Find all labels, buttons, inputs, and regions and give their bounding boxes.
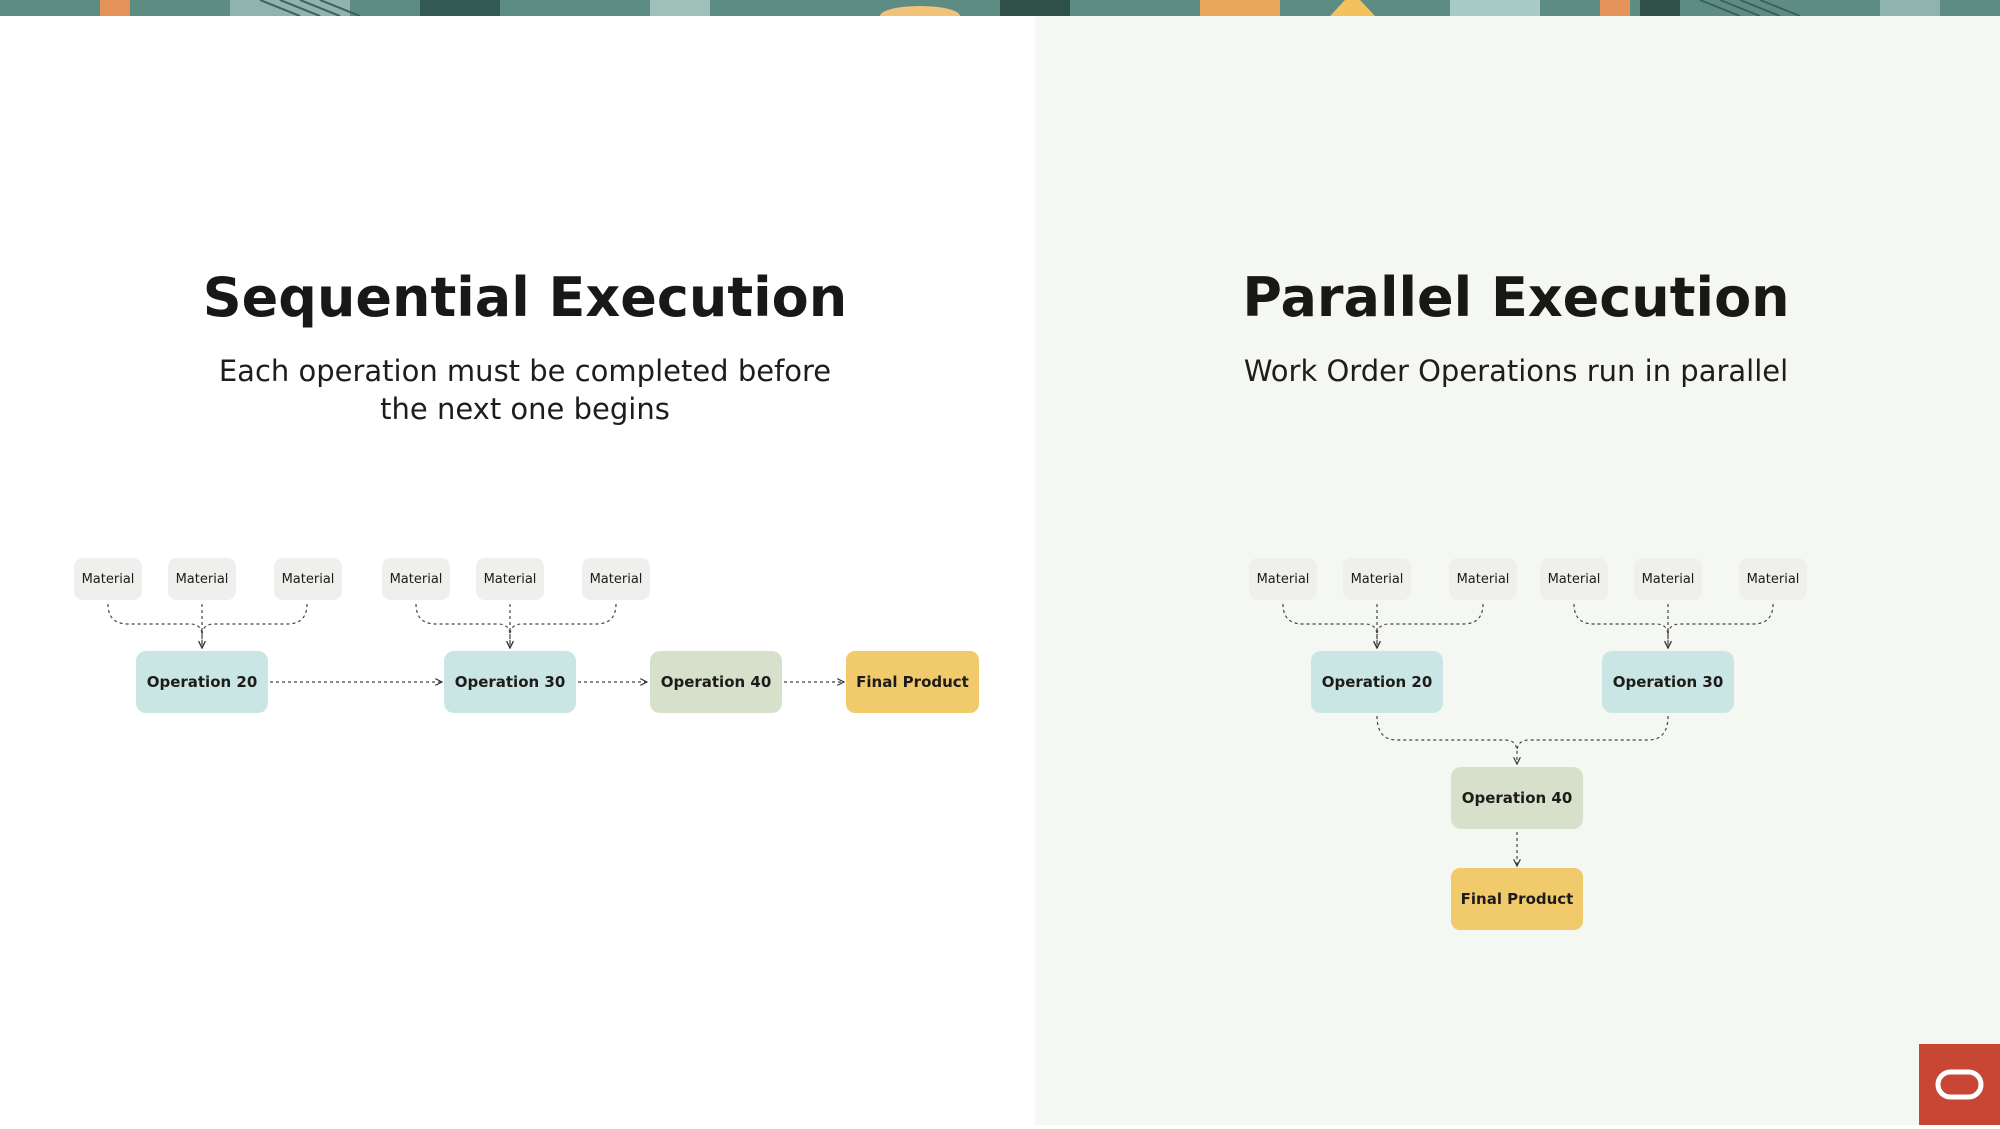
material-node: Material (382, 558, 450, 600)
parallel-operation-30-node: Operation 30 (1602, 651, 1734, 713)
parallel-final-product-node: Final Product (1451, 868, 1583, 930)
connector-material-op20-a (107, 603, 202, 648)
material-node: Material (274, 558, 342, 600)
material-node: Material (1449, 558, 1517, 600)
material-node: Material (1249, 558, 1317, 600)
operation-20-node: Operation 20 (136, 651, 268, 713)
final-product-node: Final Product (846, 651, 979, 713)
connector-r-op30-op40 (1516, 715, 1669, 753)
material-node: Material (1540, 558, 1608, 600)
material-node: Material (168, 558, 236, 600)
oracle-logo (1919, 1044, 2000, 1125)
connector-r-material-op20-a (1282, 603, 1377, 648)
operation-40-node: Operation 40 (650, 651, 782, 713)
connector-material-op30-c (509, 603, 617, 637)
connector-r-material-op30-a (1573, 603, 1668, 648)
material-node: Material (1343, 558, 1411, 600)
material-node: Material (1739, 558, 1807, 600)
oracle-logo-icon (1935, 1069, 1984, 1100)
connector-r-op20-op40 (1376, 715, 1517, 764)
connector-r-material-op20-c (1376, 603, 1484, 637)
material-node: Material (74, 558, 142, 600)
parallel-operation-40-node: Operation 40 (1451, 767, 1583, 829)
material-node: Material (582, 558, 650, 600)
material-node: Material (1634, 558, 1702, 600)
connector-material-op30-a (415, 603, 510, 648)
material-node: Material (476, 558, 544, 600)
parallel-operation-20-node: Operation 20 (1311, 651, 1443, 713)
operation-30-node: Operation 30 (444, 651, 576, 713)
connector-r-material-op30-c (1667, 603, 1774, 637)
connector-material-op20-c (201, 603, 308, 637)
